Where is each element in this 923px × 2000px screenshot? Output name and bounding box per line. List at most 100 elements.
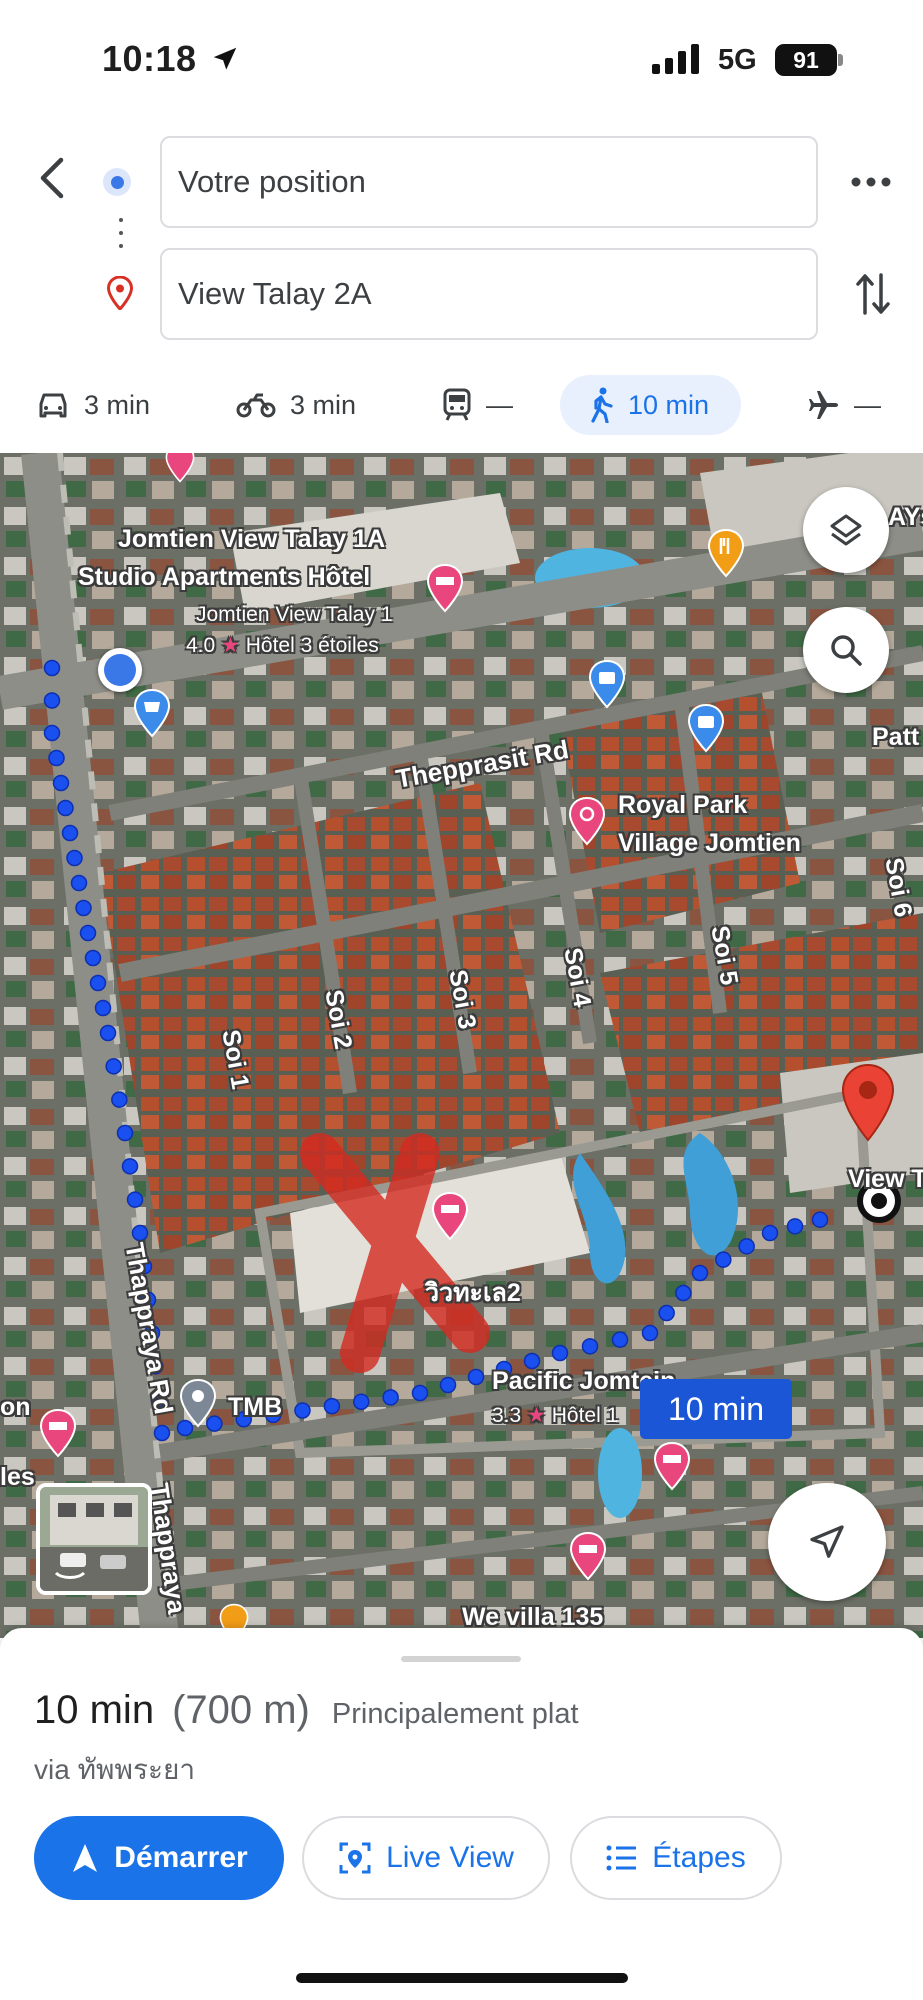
rating-value: 4.0 [186,634,216,657]
hotel-pin-icon[interactable] [430,1191,470,1241]
route-dot [43,692,61,709]
route-dot [48,749,65,767]
route-dot [99,1024,117,1042]
mode-car[interactable]: 3 min [36,375,150,435]
route-dot [84,949,102,967]
location-arrow-icon [213,47,237,70]
route-dot [57,799,74,817]
back-arrow-icon [40,157,64,199]
mode-walk-time: 10 min [628,389,710,420]
hotel-type: Hôtel 1 [551,1404,619,1427]
map-label: 4.0 ★ Hôtel 3 étoiles [186,633,379,658]
more-options-button[interactable] [846,162,896,202]
route-dot [61,824,79,842]
route-eta-badge: 10 min [640,1379,792,1439]
more-dots-icon [851,177,891,187]
route-duration: 10 min [34,1688,155,1732]
origin-dot-icon [103,168,131,196]
live-view-icon [339,1842,371,1874]
mode-flight-time: — [854,389,881,420]
start-button[interactable]: Démarrer [34,1816,284,1900]
route-dot [715,1251,732,1268]
bank-pin-icon[interactable] [178,1378,218,1430]
destination-text: View Talay 2A [178,276,372,311]
activity-pin-icon[interactable] [567,796,607,846]
navigation-arrow-icon [73,1844,98,1872]
mode-transit[interactable]: — [442,375,513,435]
route-sheet: 10 min (700 m) Principalement plat via ท… [0,1628,923,2000]
street-view-thumbnail[interactable] [36,1483,152,1595]
route-via: via ทัพพระยา [34,1754,196,1785]
route-dot [111,1091,128,1108]
route-dot [79,924,97,942]
route-dot [467,1368,485,1386]
hotel-pin-icon[interactable] [652,1441,692,1491]
shopping-bag-pin-icon[interactable] [686,703,726,753]
sheet-handle[interactable] [401,1656,521,1662]
map-label: les [0,1463,35,1491]
hotel-pin-icon[interactable] [160,453,200,483]
route-dot [323,1397,341,1415]
mode-walk[interactable]: 10 min [560,375,742,435]
hotel-pin-icon[interactable] [425,563,465,613]
map-label: Village Jomtien [618,829,801,857]
route-dot [658,1304,675,1322]
map-label: AYs [888,503,923,531]
layers-button[interactable] [803,487,889,573]
destination-input[interactable]: View Talay 2A [160,248,818,340]
mode-car-time: 3 min [84,389,151,420]
restaurant-pin-icon[interactable] [706,528,746,578]
car-icon [39,393,67,418]
satellite-map [0,453,923,1638]
route-dot [761,1224,779,1242]
status-bar: 10:18 5G 91 [0,0,923,120]
star-icon: ★ [527,1404,546,1427]
travel-modes: 3 min 3 min — 10 min — [0,375,923,439]
search-along-route-button[interactable] [803,607,889,693]
mode-transit-time: — [486,389,513,420]
back-button[interactable] [26,148,78,208]
current-location-marker [98,648,142,692]
route-dot [52,774,70,792]
route-dot [43,724,61,742]
mode-motorcycle[interactable]: 3 min [236,375,356,435]
map-label: TMB [228,1393,283,1421]
signal-icon [652,44,699,74]
route-dot [131,1224,149,1242]
route-dot [66,849,83,867]
street-view-image [40,1487,148,1591]
route-dot [75,899,92,917]
live-view-label: Live View [386,1841,514,1874]
walk-icon [591,387,613,423]
route-terrain: Principalement plat [331,1698,579,1730]
route-summary: 10 min (700 m) Principalement plat [34,1688,579,1733]
swap-route-button[interactable] [850,268,896,320]
route-dot [411,1384,429,1402]
mode-flight[interactable]: — [806,375,881,435]
shopping-bag-pin-icon[interactable] [587,659,627,709]
start-label: Démarrer [114,1841,248,1874]
route-dot [786,1218,804,1235]
hotel-pin-icon[interactable] [568,1531,608,1581]
battery-cap [838,54,843,66]
home-indicator [296,1973,628,1983]
layers-icon [830,514,862,546]
origin-text: Votre position [178,164,366,199]
route-dot [89,974,107,992]
map-label: on [0,1393,31,1421]
origin-input[interactable]: Votre position [160,136,818,228]
recenter-button[interactable] [768,1483,886,1601]
live-view-button[interactable]: Live View [302,1816,550,1900]
map-view[interactable]: Jomtien View Talay 1A Studio Apartments … [0,453,923,1638]
train-icon [443,388,471,421]
swap-arrows-icon [856,273,890,315]
route-dot [611,1331,629,1348]
star-icon: ★ [221,634,240,657]
hotel-pin-icon[interactable] [38,1408,78,1458]
destination-map-pin-icon[interactable] [840,1063,896,1143]
destination-pin-icon [107,276,133,310]
route-dot [153,1424,171,1442]
shopping-pin-icon[interactable] [132,688,172,738]
search-icon [831,635,862,666]
steps-button[interactable]: Étapes [570,1816,782,1900]
